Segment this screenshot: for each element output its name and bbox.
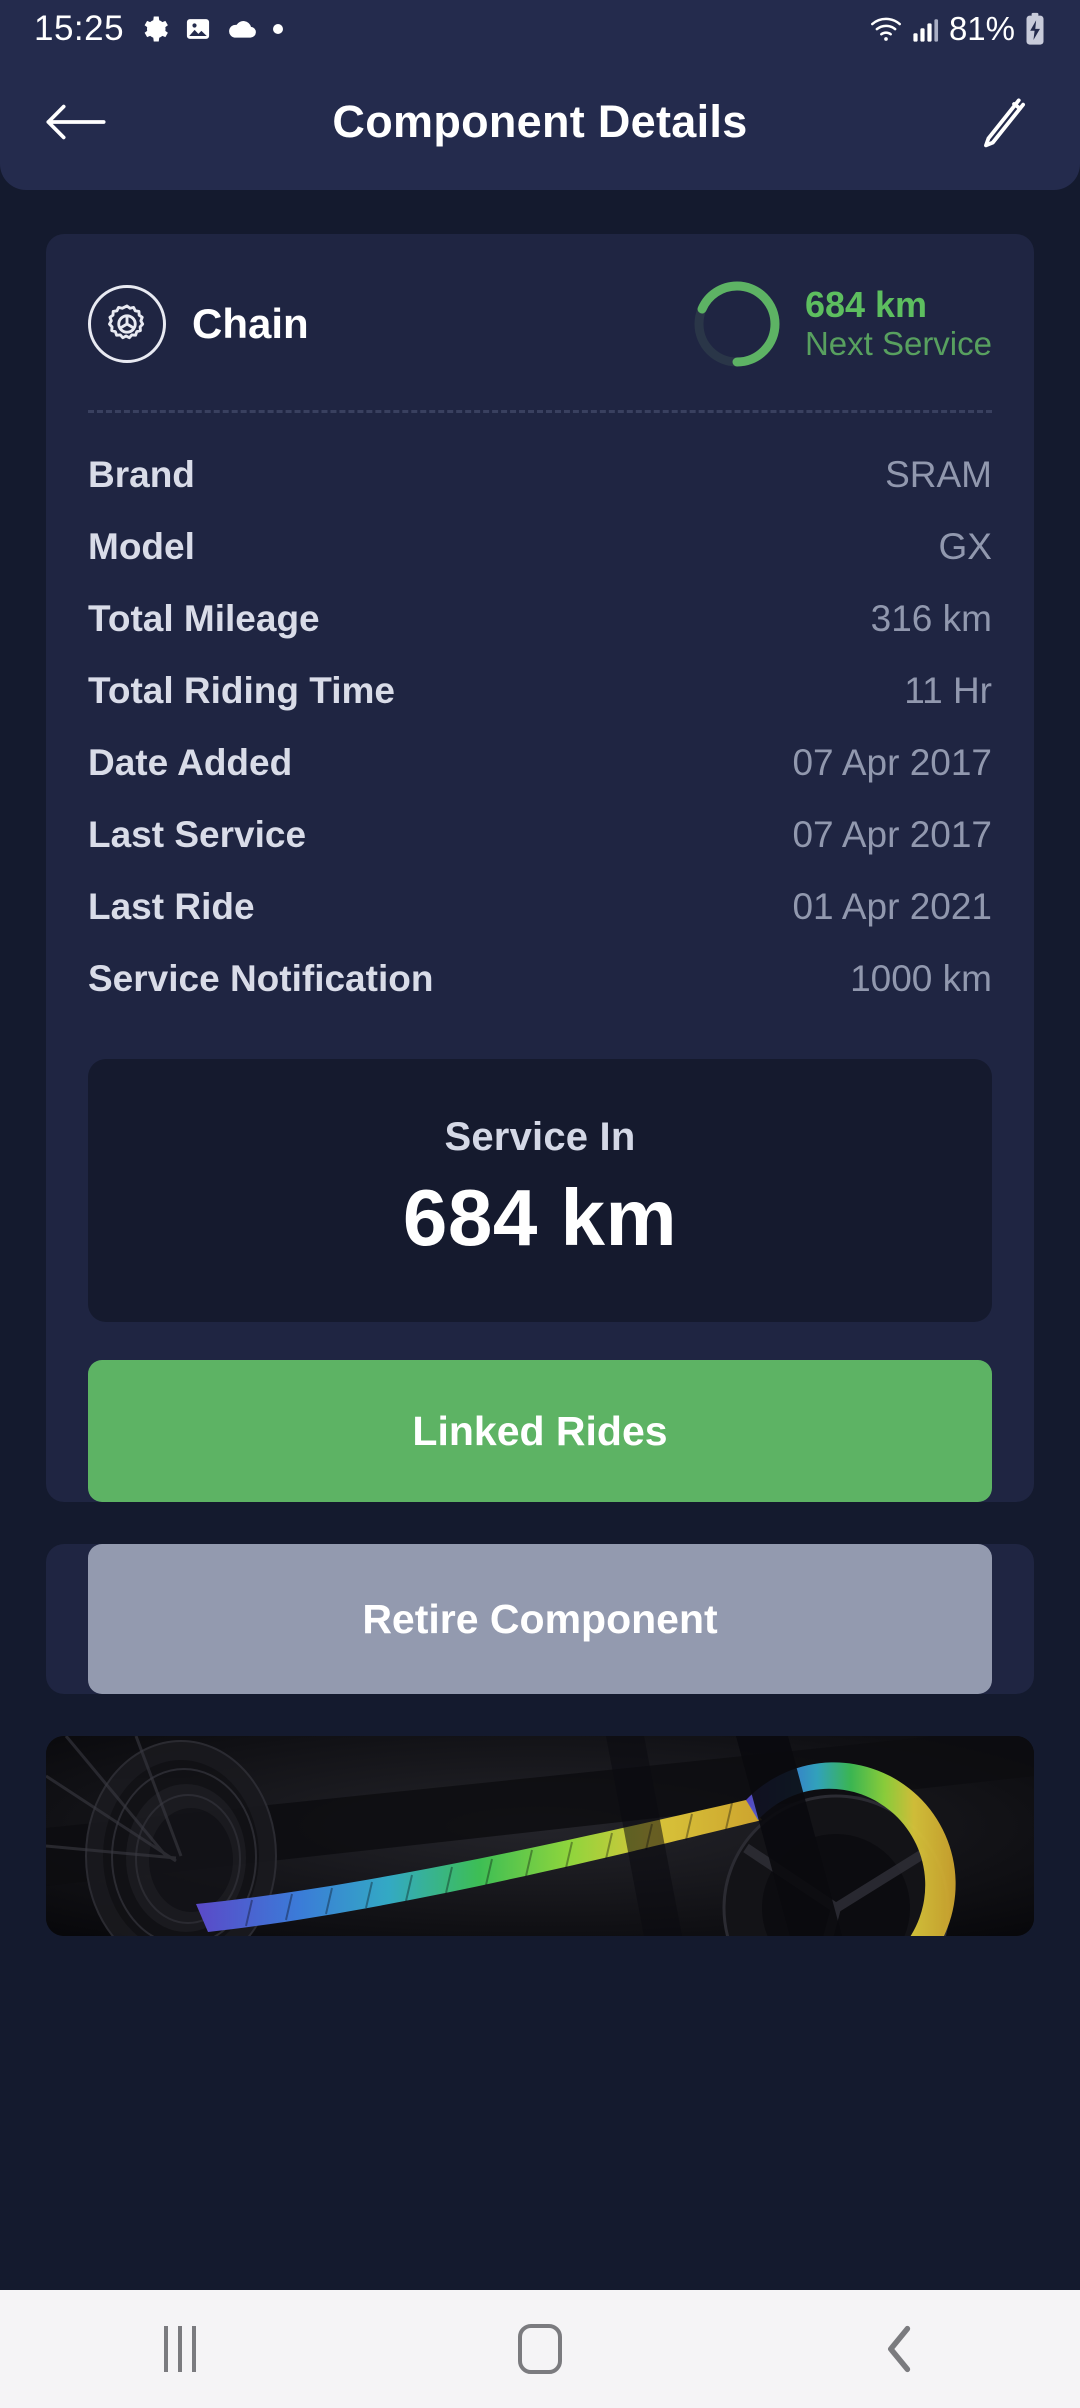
home-icon [518,2324,562,2374]
spec-value: SRAM [885,454,992,495]
table-row: Service Notification 1000 km [88,943,992,1015]
retire-card: Retire Component [46,1544,1034,1694]
spec-value: 07 Apr 2017 [792,742,992,783]
cloud-icon [227,17,257,41]
component-identity: Chain [88,285,309,363]
next-service-label: Next Service [804,324,992,362]
spec-label: Last Service [88,814,307,855]
table-row: Date Added 07 Apr 2017 [88,727,992,799]
spec-label: Date Added [88,742,293,783]
gear-icon [139,14,169,44]
spec-value: 07 Apr 2017 [792,814,992,855]
status-time: 15:25 [34,9,125,48]
android-nav-bar [0,2290,1080,2408]
app-screen: 15:25 81% Component Details Chain 684 km… [0,0,1080,2408]
content-scroll[interactable]: Chain 684 km Next Service Brand SRAM Mod… [0,190,1080,2290]
linked-rides-button[interactable]: Linked Rides [88,1360,992,1502]
service-in-value: 684 km [402,1173,678,1262]
back-button[interactable] [38,84,114,160]
chevron-left-icon [888,2325,911,2373]
status-bar-left: 15:25 [34,9,284,49]
pencil-icon [984,98,1025,148]
component-name: Chain [192,300,309,347]
spec-label: Brand [88,454,195,495]
home-button[interactable] [465,2290,615,2408]
recents-icon [164,2326,196,2372]
spec-value: GX [938,526,992,567]
spec-value: 316 km [870,598,992,639]
arrow-left-icon [46,104,106,140]
status-bar: 15:25 81% [0,0,1080,58]
table-row: Brand SRAM [88,439,992,511]
header-block: 15:25 81% Component Details [0,0,1080,190]
next-service-texts: 684 km Next Service [805,285,992,362]
next-service-progress-ring [691,278,783,370]
spec-value: 1000 km [850,958,992,999]
status-bar-right: 81% [869,10,1046,48]
wifi-icon [869,14,903,44]
spec-value: 11 Hr [904,670,992,711]
battery-charging-icon [1024,12,1046,46]
nav-back-button[interactable] [825,2290,975,2408]
dot-icon [272,23,284,35]
table-row: Total Riding Time 11 Hr [88,655,992,727]
cellular-signal-icon [912,15,940,43]
spec-label: Last Ride [88,886,255,927]
battery-percent-label: 81% [948,10,1015,47]
page-title: Component Details [332,96,748,147]
gear-in-circle-icon [88,285,166,363]
spec-label: Model [88,526,195,567]
retire-component-button[interactable]: Retire Component [88,1544,992,1694]
table-row: Total Mileage 316 km [88,583,992,655]
table-row: Last Service 07 Apr 2017 [88,799,992,871]
spec-list: Brand SRAM Model GX Total Mileage 316 km… [46,413,1034,1025]
table-row: Last Ride 01 Apr 2021 [88,871,992,943]
service-in-box: Service In 684 km [88,1059,992,1322]
component-summary-row: Chain 684 km Next Service [46,234,1034,410]
next-service-value: 684 km [804,284,928,326]
app-bar: Component Details [0,58,1080,186]
spec-label: Total Mileage [88,598,320,639]
recents-button[interactable] [105,2290,255,2408]
chain-photo-image [46,1736,1034,1936]
table-row: Model GX [88,511,992,583]
image-icon [184,15,212,43]
component-photo[interactable] [46,1736,1034,1936]
service-in-label: Service In [444,1115,636,1159]
spec-value: 01 Apr 2021 [792,886,992,927]
edit-button[interactable] [966,84,1042,160]
next-service-summary: 684 km Next Service [691,278,992,370]
spec-label: Total Riding Time [88,670,395,711]
component-detail-card: Chain 684 km Next Service Brand SRAM Mod… [46,234,1034,1502]
spec-label: Service Notification [88,958,434,999]
